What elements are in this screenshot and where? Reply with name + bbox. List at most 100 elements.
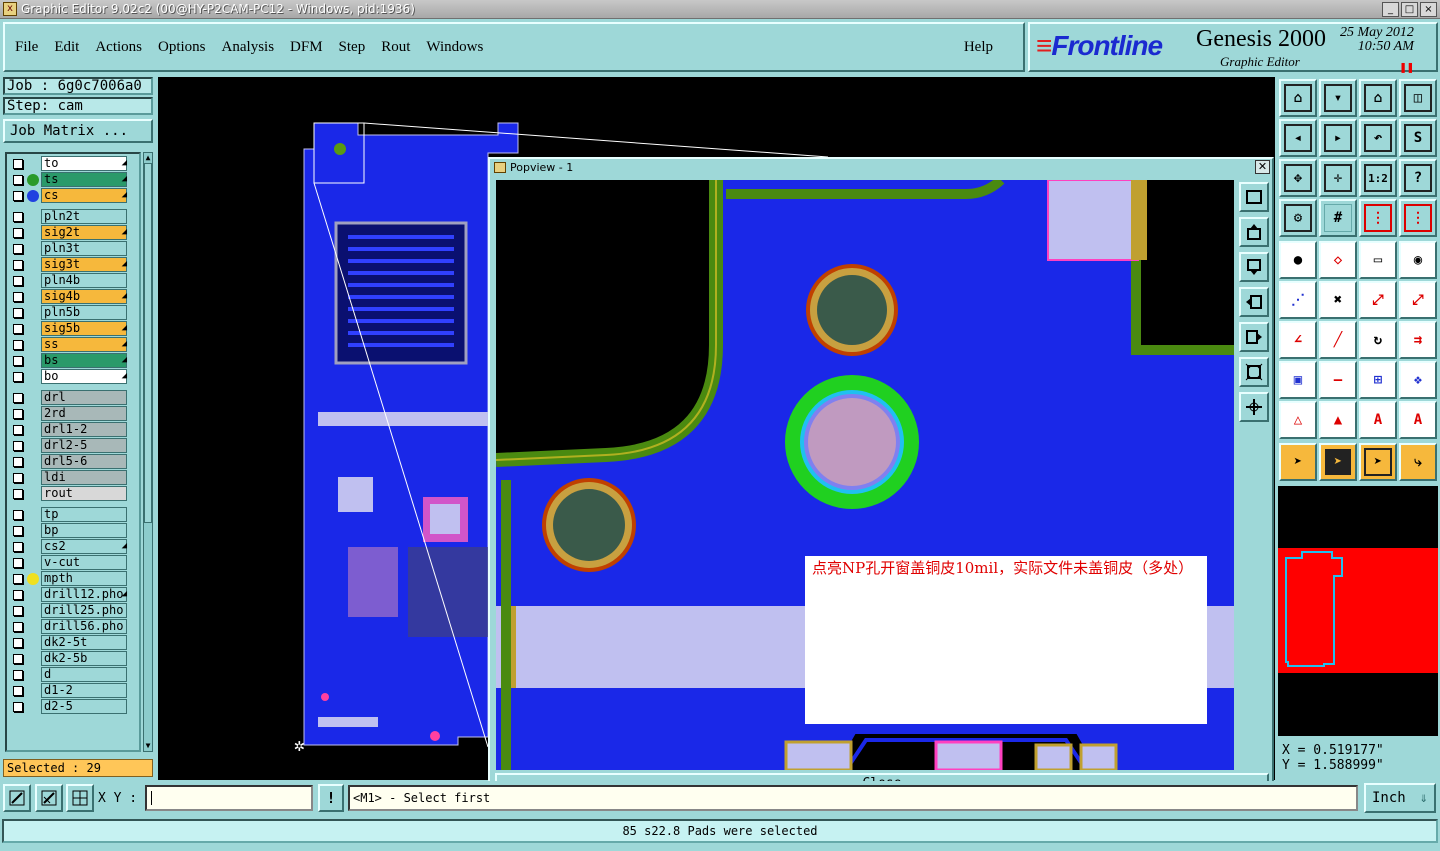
layer-name[interactable]: drl5-6 — [41, 454, 127, 469]
layer-name[interactable]: drl1-2 — [41, 422, 127, 437]
menu-actions[interactable]: Actions — [95, 39, 142, 56]
xy-input[interactable] — [145, 785, 313, 811]
add-pad-icon[interactable]: ● — [1279, 241, 1317, 279]
layer-checkbox[interactable] — [13, 526, 23, 536]
add-line-icon[interactable]: ◇ — [1319, 241, 1357, 279]
pan-right-icon[interactable]: ▸ — [1319, 119, 1357, 157]
layer-name[interactable]: d — [41, 667, 127, 682]
home-icon[interactable]: ⌂ — [1359, 79, 1397, 117]
layer-checkbox[interactable] — [13, 393, 23, 403]
pan-left-icon[interactable]: ◂ — [1279, 119, 1317, 157]
layer-row-tp[interactable]: tp — [9, 507, 137, 523]
connect-icon[interactable]: ⋰ — [1279, 281, 1317, 319]
layer-row-to[interactable]: to ◢ — [9, 156, 137, 172]
layer-row-sig3t[interactable]: sig3t ◢ — [9, 257, 137, 273]
menu-rout[interactable]: Rout — [381, 39, 410, 56]
menu-edit[interactable]: Edit — [54, 39, 79, 56]
layer-name[interactable]: sig4b — [41, 289, 127, 304]
layer-name[interactable]: sig5b — [41, 321, 127, 336]
ruler-icon[interactable]: ▭ — [1359, 241, 1397, 279]
close-window-button[interactable]: × — [1420, 2, 1437, 17]
layer-name[interactable]: d2-5 — [41, 699, 127, 714]
angle-snap-icon[interactable] — [35, 784, 63, 812]
layer-checkbox[interactable] — [13, 622, 23, 632]
redraw-icon[interactable]: S — [1399, 119, 1437, 157]
layer-name[interactable]: drill12.pho — [41, 587, 127, 602]
popview-pan-left-icon[interactable] — [1239, 287, 1269, 317]
layer-name[interactable]: v-cut — [41, 555, 127, 570]
layer-row-drl2-5[interactable]: drl2-5 — [9, 438, 137, 454]
pause-icon[interactable]: ❚❚ — [1400, 60, 1414, 74]
layer-checkbox[interactable] — [13, 409, 23, 419]
layer-row-d2-5[interactable]: d2-5 — [9, 699, 137, 715]
layer-checkbox[interactable] — [13, 574, 23, 584]
triangle-4-icon[interactable]: A — [1399, 401, 1437, 439]
menu-help[interactable]: Help — [964, 39, 993, 56]
menu-file[interactable]: File — [15, 39, 38, 56]
layer-checkbox[interactable] — [13, 159, 23, 169]
layer-checkbox[interactable] — [13, 228, 23, 238]
layer-name[interactable]: to — [41, 156, 127, 171]
help-query-icon[interactable]: ? — [1399, 159, 1437, 197]
layer-name[interactable]: drl — [41, 390, 127, 405]
layer-checkbox[interactable] — [13, 473, 23, 483]
select-pointer-2-icon[interactable]: ➤ — [1359, 443, 1397, 481]
layer-checkbox[interactable] — [13, 340, 23, 350]
layer-row-bo[interactable]: bo ◢ — [9, 369, 137, 385]
zoom-fit-icon[interactable]: ✥ — [1279, 159, 1317, 197]
menu-analysis[interactable]: Analysis — [222, 39, 275, 56]
layer-row-dk2-5b[interactable]: dk2-5b — [9, 651, 137, 667]
layer-row-drill12-pho[interactable]: drill12.pho ◢ — [9, 587, 137, 603]
layer-name[interactable]: sig2t — [41, 225, 127, 240]
menu-windows[interactable]: Windows — [426, 39, 483, 56]
layer-row-d1-2[interactable]: d1-2 — [9, 683, 137, 699]
layer-checkbox[interactable] — [13, 702, 23, 712]
layer-name[interactable]: pln3t — [41, 241, 127, 256]
layer-name[interactable]: dk2-5b — [41, 651, 127, 666]
move-node-2-icon[interactable]: ⤢ — [1399, 281, 1437, 319]
select-pointer-icon[interactable]: ➤ — [1279, 443, 1317, 481]
layer-checkbox[interactable] — [13, 191, 23, 201]
layer-checkbox[interactable] — [13, 489, 23, 499]
popview-zoom-box-icon[interactable] — [1239, 182, 1269, 212]
select-pointer-active-icon[interactable]: ➤ — [1319, 443, 1357, 481]
layer-checkbox[interactable] — [13, 425, 23, 435]
layer-name[interactable]: d1-2 — [41, 683, 127, 698]
popview-pan-right-icon[interactable] — [1239, 322, 1269, 352]
snap-red-2-icon[interactable]: ⋮ — [1399, 199, 1437, 237]
flip-icon[interactable]: ⇉ — [1399, 321, 1437, 359]
layer-row-ts[interactable]: ts ◢ — [9, 172, 137, 188]
layer-name[interactable]: sig3t — [41, 257, 127, 272]
grid-icon[interactable]: # — [1319, 199, 1357, 237]
dimension-icon[interactable]: ⊞ — [1359, 361, 1397, 399]
layer-checkbox[interactable] — [13, 606, 23, 616]
menu-step[interactable]: Step — [339, 39, 366, 56]
layer-row-bs[interactable]: bs ◢ — [9, 353, 137, 369]
layer-row-drl1-2[interactable]: drl1-2 — [9, 422, 137, 438]
layer-row-rout[interactable]: rout — [9, 486, 137, 502]
layer-row-2rd[interactable]: 2rd — [9, 406, 137, 422]
layer-row-d[interactable]: d — [9, 667, 137, 683]
popview-pan-down-icon[interactable] — [1239, 252, 1269, 282]
horizontal-line-icon[interactable]: — — [1319, 361, 1357, 399]
snap-red-icon[interactable]: ⋮ — [1359, 199, 1397, 237]
layer-name[interactable]: cs2 — [41, 539, 127, 554]
layer-row-drill25-pho[interactable]: drill25.pho — [9, 603, 137, 619]
menu-dfm[interactable]: DFM — [290, 39, 323, 56]
grid-snap-icon[interactable] — [66, 784, 94, 812]
layer-checkbox[interactable] — [13, 457, 23, 467]
layer-row-drl[interactable]: drl — [9, 390, 137, 406]
zoom-center-icon[interactable]: ✛ — [1319, 159, 1357, 197]
layer-row-cs2[interactable]: cs2 ◢ — [9, 539, 137, 555]
layer-row-drill56-pho[interactable]: drill56.pho — [9, 619, 137, 635]
layer-checkbox[interactable] — [13, 260, 23, 270]
overview-map[interactable] — [1278, 486, 1438, 736]
layer-checkbox[interactable] — [13, 558, 23, 568]
layer-checkbox[interactable] — [13, 292, 23, 302]
minimize-button[interactable]: _ — [1382, 2, 1399, 17]
layer-name[interactable]: bs — [41, 353, 127, 368]
triangle-icon[interactable]: △ — [1279, 401, 1317, 439]
layer-name[interactable]: pln2t — [41, 209, 127, 224]
layer-name[interactable]: ldi — [41, 470, 127, 485]
popview-close-icon[interactable]: ✕ — [1255, 160, 1270, 174]
